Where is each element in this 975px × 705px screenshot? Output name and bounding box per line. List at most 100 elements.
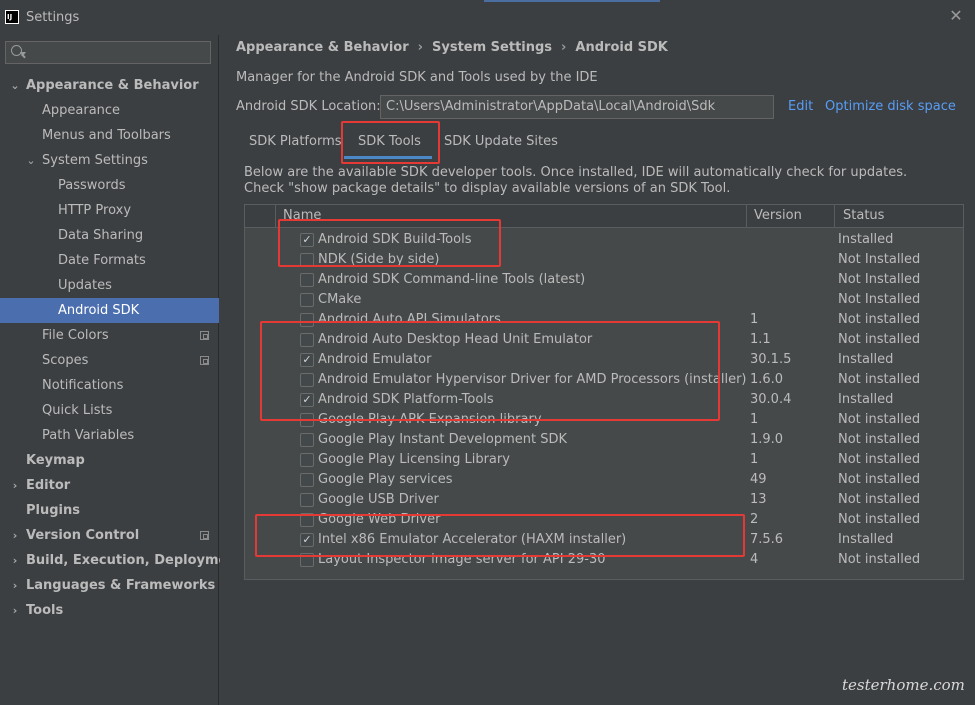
package-checkbox[interactable] xyxy=(300,293,314,307)
chevron-down-icon[interactable]: ⌄ xyxy=(10,73,20,98)
sidebar-item-label: Android SDK xyxy=(58,303,140,318)
package-checkbox[interactable]: ✓ xyxy=(300,233,314,247)
settings-search-input[interactable] xyxy=(5,41,211,64)
sidebar-item[interactable]: Notifications xyxy=(0,373,219,398)
tab-sdk-update-sites[interactable]: SDK Update Sites xyxy=(444,134,558,149)
table-row[interactable]: Android Auto API Simulators 1 Not installe… xyxy=(245,310,963,330)
sdk-tools-table: Name Version Status ✓ Android SDK Build-T… xyxy=(244,204,964,580)
table-header: Name Version Status xyxy=(245,205,963,228)
sidebar-item[interactable]: ⌄ Appearance & Behavior xyxy=(0,73,219,98)
column-header-status[interactable]: Status xyxy=(843,208,884,223)
sidebar-item[interactable]: › Editor xyxy=(0,473,219,498)
sidebar-item[interactable]: Passwords xyxy=(0,173,219,198)
project-scope-icon xyxy=(200,331,209,340)
table-row[interactable]: ✓ Android Emulator 30.1.5 Installed xyxy=(245,350,963,370)
sidebar-item[interactable]: Scopes xyxy=(0,348,219,373)
sidebar-item[interactable]: Android SDK xyxy=(0,298,219,323)
chevron-right-icon[interactable]: › xyxy=(10,523,20,548)
edit-link[interactable]: Edit xyxy=(788,99,813,114)
package-status: Not installed xyxy=(838,492,921,507)
table-row[interactable]: ✓ Android SDK Platform-Tools 30.0.4 Install… xyxy=(245,390,963,410)
package-name: Google USB Driver xyxy=(318,492,439,507)
sidebar-item[interactable]: ⌄ System Settings xyxy=(0,148,219,173)
package-checkbox[interactable] xyxy=(300,413,314,427)
sidebar-item[interactable]: Updates xyxy=(0,273,219,298)
package-checkbox[interactable]: ✓ xyxy=(300,353,314,367)
sidebar-item[interactable]: Quick Lists xyxy=(0,398,219,423)
package-checkbox[interactable] xyxy=(300,333,314,347)
sidebar-item[interactable]: › Languages & Frameworks xyxy=(0,573,219,598)
chevron-right-icon[interactable]: › xyxy=(10,573,20,598)
package-checkbox[interactable] xyxy=(300,373,314,387)
table-row[interactable]: Android Auto Desktop Head Unit Emulator 1… xyxy=(245,330,963,350)
table-row[interactable]: Google Web Driver 2 Not installed xyxy=(245,510,963,530)
chevron-right-icon[interactable]: › xyxy=(10,473,20,498)
table-row[interactable]: CMake Not Installed xyxy=(245,290,963,310)
title-bar: IJ Settings ✕ xyxy=(0,0,975,35)
sidebar-item[interactable]: File Colors xyxy=(0,323,219,348)
chevron-right-icon[interactable]: › xyxy=(10,598,20,623)
tab-sdk-tools[interactable]: SDK Tools xyxy=(358,134,421,149)
package-version: 1 xyxy=(750,412,759,427)
sidebar-item[interactable]: Data Sharing xyxy=(0,223,219,248)
sidebar-item-label: Menus and Toolbars xyxy=(42,128,171,143)
table-row[interactable]: Android SDK Command-line Tools (latest) N… xyxy=(245,270,963,290)
package-checkbox[interactable] xyxy=(300,433,314,447)
package-name: Android Auto Desktop Head Unit Emulator xyxy=(318,332,593,347)
package-status: Not installed xyxy=(838,372,921,387)
table-row[interactable]: ✓ Android SDK Build-Tools Installed xyxy=(245,230,963,250)
column-divider[interactable] xyxy=(746,205,747,228)
close-icon[interactable]: ✕ xyxy=(946,6,966,26)
package-name: Android Emulator Hypervisor Driver for A… xyxy=(318,372,747,387)
sidebar-item[interactable]: › Version Control xyxy=(0,523,219,548)
sdk-location-field[interactable]: C:\Users\Administrator\AppData\Local\And… xyxy=(380,95,774,119)
package-checkbox[interactable] xyxy=(300,313,314,327)
breadcrumb-separator: › xyxy=(417,40,423,55)
package-checkbox[interactable] xyxy=(300,253,314,267)
title-bar-accent xyxy=(484,0,660,2)
package-checkbox[interactable] xyxy=(300,553,314,567)
package-version: 1.9.0 xyxy=(750,432,784,447)
sidebar-item-label: Tools xyxy=(26,603,64,618)
sidebar-item-label: Editor xyxy=(26,478,71,493)
package-version: 30.0.4 xyxy=(750,392,792,407)
package-checkbox[interactable]: ✓ xyxy=(300,533,314,547)
package-checkbox[interactable] xyxy=(300,513,314,527)
sidebar-item[interactable]: Date Formats xyxy=(0,248,219,273)
table-row[interactable]: Google USB Driver 13 Not installed xyxy=(245,490,963,510)
tab-sdk-platforms[interactable]: SDK Platforms xyxy=(249,134,342,149)
sidebar-item[interactable]: Appearance xyxy=(0,98,219,123)
package-checkbox[interactable] xyxy=(300,473,314,487)
table-row[interactable]: Google Play services 49 Not installed xyxy=(245,470,963,490)
table-row[interactable]: Google Play Instant Development SDK 1.9.0… xyxy=(245,430,963,450)
table-row[interactable]: Google Play Licensing Library 1 Not instal… xyxy=(245,450,963,470)
table-row[interactable]: ✓ Intel x86 Emulator Accelerator (HAXM in… xyxy=(245,530,963,550)
table-row[interactable]: Google Play APK Expansion library 1 Not in… xyxy=(245,410,963,430)
package-name: Android SDK Command-line Tools (latest) xyxy=(318,272,586,287)
package-status: Not installed xyxy=(838,432,921,447)
chevron-down-icon[interactable]: ⌄ xyxy=(26,148,36,173)
table-row[interactable]: Layout Inspector image server for API 29… xyxy=(245,550,963,570)
chevron-right-icon[interactable]: › xyxy=(10,548,20,573)
sidebar-item[interactable]: Keymap xyxy=(0,448,219,473)
package-checkbox[interactable] xyxy=(300,453,314,467)
column-header-version[interactable]: Version xyxy=(754,208,802,223)
sidebar-item[interactable]: › Tools xyxy=(0,598,219,623)
column-divider[interactable] xyxy=(834,205,835,228)
table-row[interactable]: NDK (Side by side) Not Installed xyxy=(245,250,963,270)
table-row[interactable]: Android Emulator Hypervisor Driver for A… xyxy=(245,370,963,390)
optimize-disk-space-link[interactable]: Optimize disk space xyxy=(825,99,956,114)
column-header-name[interactable]: Name xyxy=(283,208,321,223)
sidebar-item[interactable]: Path Variables xyxy=(0,423,219,448)
search-dropdown-icon[interactable] xyxy=(20,52,26,56)
sidebar-item[interactable]: HTTP Proxy xyxy=(0,198,219,223)
package-checkbox[interactable]: ✓ xyxy=(300,393,314,407)
sidebar-item[interactable]: Plugins xyxy=(0,498,219,523)
package-checkbox[interactable] xyxy=(300,493,314,507)
package-checkbox[interactable] xyxy=(300,273,314,287)
package-name: Android SDK Build-Tools xyxy=(318,232,472,247)
sidebar-item-label: Notifications xyxy=(42,378,124,393)
app-icon: IJ xyxy=(5,10,19,24)
sidebar-item[interactable]: › Build, Execution, Deployment xyxy=(0,548,243,573)
sidebar-item[interactable]: Menus and Toolbars xyxy=(0,123,219,148)
